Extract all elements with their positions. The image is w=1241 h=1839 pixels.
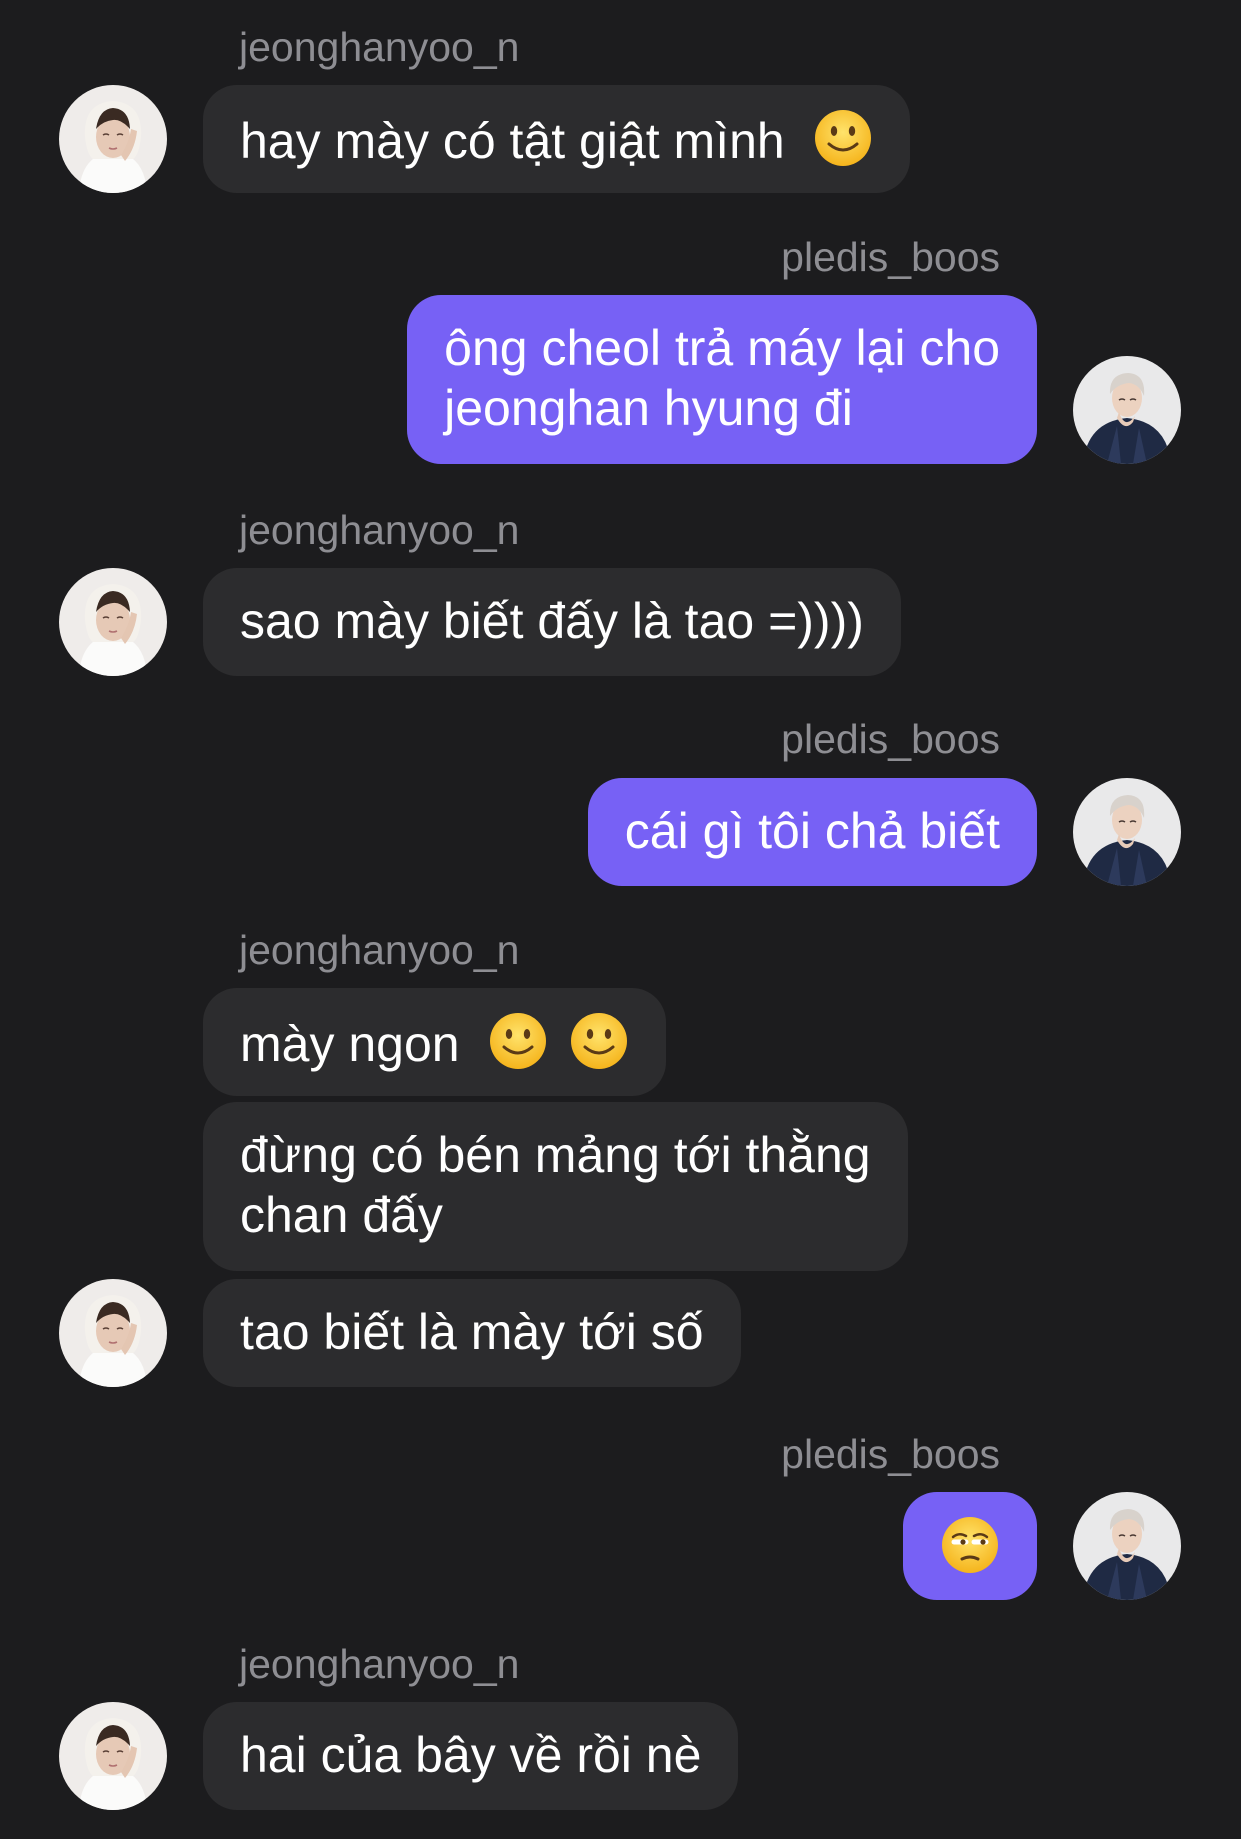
avatar-pledis-boos[interactable] [1073, 1492, 1181, 1600]
sender-username: pledis_boos [781, 716, 1000, 762]
message-text: sao mày biết đấy là tao =)))) [240, 593, 864, 649]
avatar-jeonghanyoo-n[interactable] [59, 568, 167, 676]
message-text: hai của bây về rồi nè [240, 1727, 702, 1783]
avatar-jeonghanyoo-n[interactable] [59, 85, 167, 193]
sender-username: jeonghanyoo_n [239, 927, 520, 973]
message-bubble-outgoing[interactable]: cái gì tôi chả biết [587, 778, 1037, 886]
sender-username: pledis_boos [781, 1431, 1000, 1477]
avatar-pledis-boos[interactable] [1073, 778, 1181, 886]
message-bubble-incoming[interactable]: tao biết là mày tới số [203, 1279, 741, 1387]
message-text-line: đừng có bén mảng tới thằng [240, 1127, 871, 1183]
message-text-line: jeonghan hyung đi [444, 380, 853, 436]
message-bubble-outgoing[interactable] [903, 1492, 1037, 1600]
sender-username: jeonghanyoo_n [239, 1641, 520, 1687]
avatar-pledis-boos[interactable] [1073, 356, 1181, 464]
slightly-smiling-face-icon [569, 1011, 629, 1071]
message-text: cái gì tôi chả biết [624, 803, 1000, 859]
message-text: hay mày có tật giật mình [240, 113, 785, 169]
message-bubble-incoming[interactable]: mày ngon [203, 988, 667, 1096]
avatar-jeonghanyoo-n[interactable] [59, 1702, 167, 1810]
message-text-line: ông cheol trả máy lại cho [444, 320, 1000, 376]
message-bubble-incoming[interactable]: hay mày có tật giật mình [203, 85, 910, 193]
avatar-jeonghanyoo-n[interactable] [59, 1279, 167, 1387]
sender-username: pledis_boos [781, 234, 1000, 280]
slightly-smiling-face-icon [813, 108, 873, 168]
slightly-smiling-face-icon [488, 1011, 548, 1071]
message-text: mày ngon [240, 1016, 460, 1072]
message-text: tao biết là mày tới số [240, 1304, 704, 1360]
message-bubble-incoming[interactable]: sao mày biết đấy là tao =)))) [203, 568, 901, 676]
message-bubble-incoming[interactable]: đừng có bén mảng tới thằng chan đấy [203, 1102, 908, 1271]
message-bubble-outgoing[interactable]: ông cheol trả máy lại cho jeonghan hyung… [407, 295, 1037, 464]
message-bubble-incoming[interactable]: hai của bây về rồi nè [203, 1702, 739, 1810]
sender-username: jeonghanyoo_n [239, 507, 520, 553]
message-text-line: chan đấy [240, 1187, 443, 1243]
unamused-face-icon [940, 1515, 1000, 1575]
sender-username: jeonghanyoo_n [239, 24, 520, 70]
